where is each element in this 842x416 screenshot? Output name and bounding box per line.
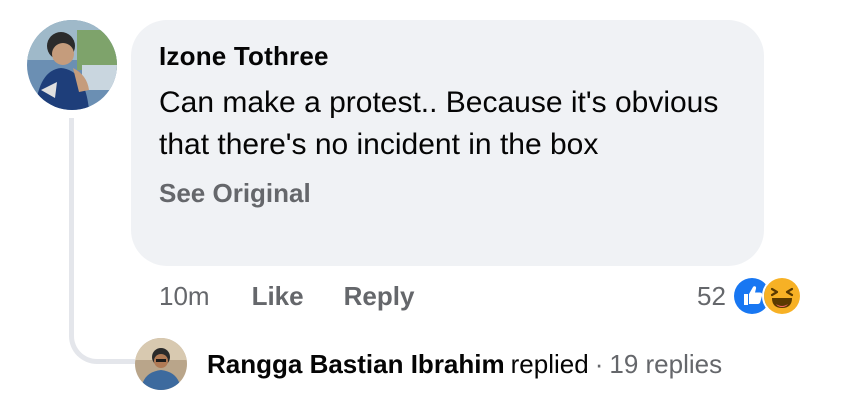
replied-label: replied [510, 348, 589, 379]
thread-connector-line [69, 118, 135, 364]
comment-author-name[interactable]: Izone Tothree [159, 40, 736, 72]
replier-avatar[interactable] [135, 338, 187, 390]
reply-summary-text[interactable]: Rangga Bastian Ibrahim replied · 19 replies [207, 349, 722, 380]
comment-bubble: Izone Tothree Can make a protest.. Becau… [131, 20, 764, 266]
comment-text: Can make a protest.. Because it's obviou… [159, 86, 719, 161]
comment-timestamp[interactable]: 10m [159, 281, 210, 312]
reply-button[interactable]: Reply [344, 281, 415, 312]
reaction-count: 52 [697, 280, 726, 311]
haha-reaction-icon [761, 276, 802, 316]
separator-dot: · [594, 348, 604, 379]
replier-name[interactable]: Rangga Bastian Ibrahim [207, 349, 505, 379]
view-replies-row[interactable]: Rangga Bastian Ibrahim replied · 19 replies [135, 338, 722, 390]
reaction-summary[interactable]: 52 [697, 276, 802, 316]
commenter-avatar[interactable] [27, 20, 117, 110]
replier-photo [135, 338, 187, 390]
comment-actions: 10m Like Reply [159, 278, 454, 314]
like-button[interactable]: Like [252, 281, 304, 312]
see-original-link[interactable]: See Original [159, 176, 736, 210]
commenter-photo [27, 20, 117, 110]
reply-count[interactable]: 19 replies [609, 349, 722, 379]
